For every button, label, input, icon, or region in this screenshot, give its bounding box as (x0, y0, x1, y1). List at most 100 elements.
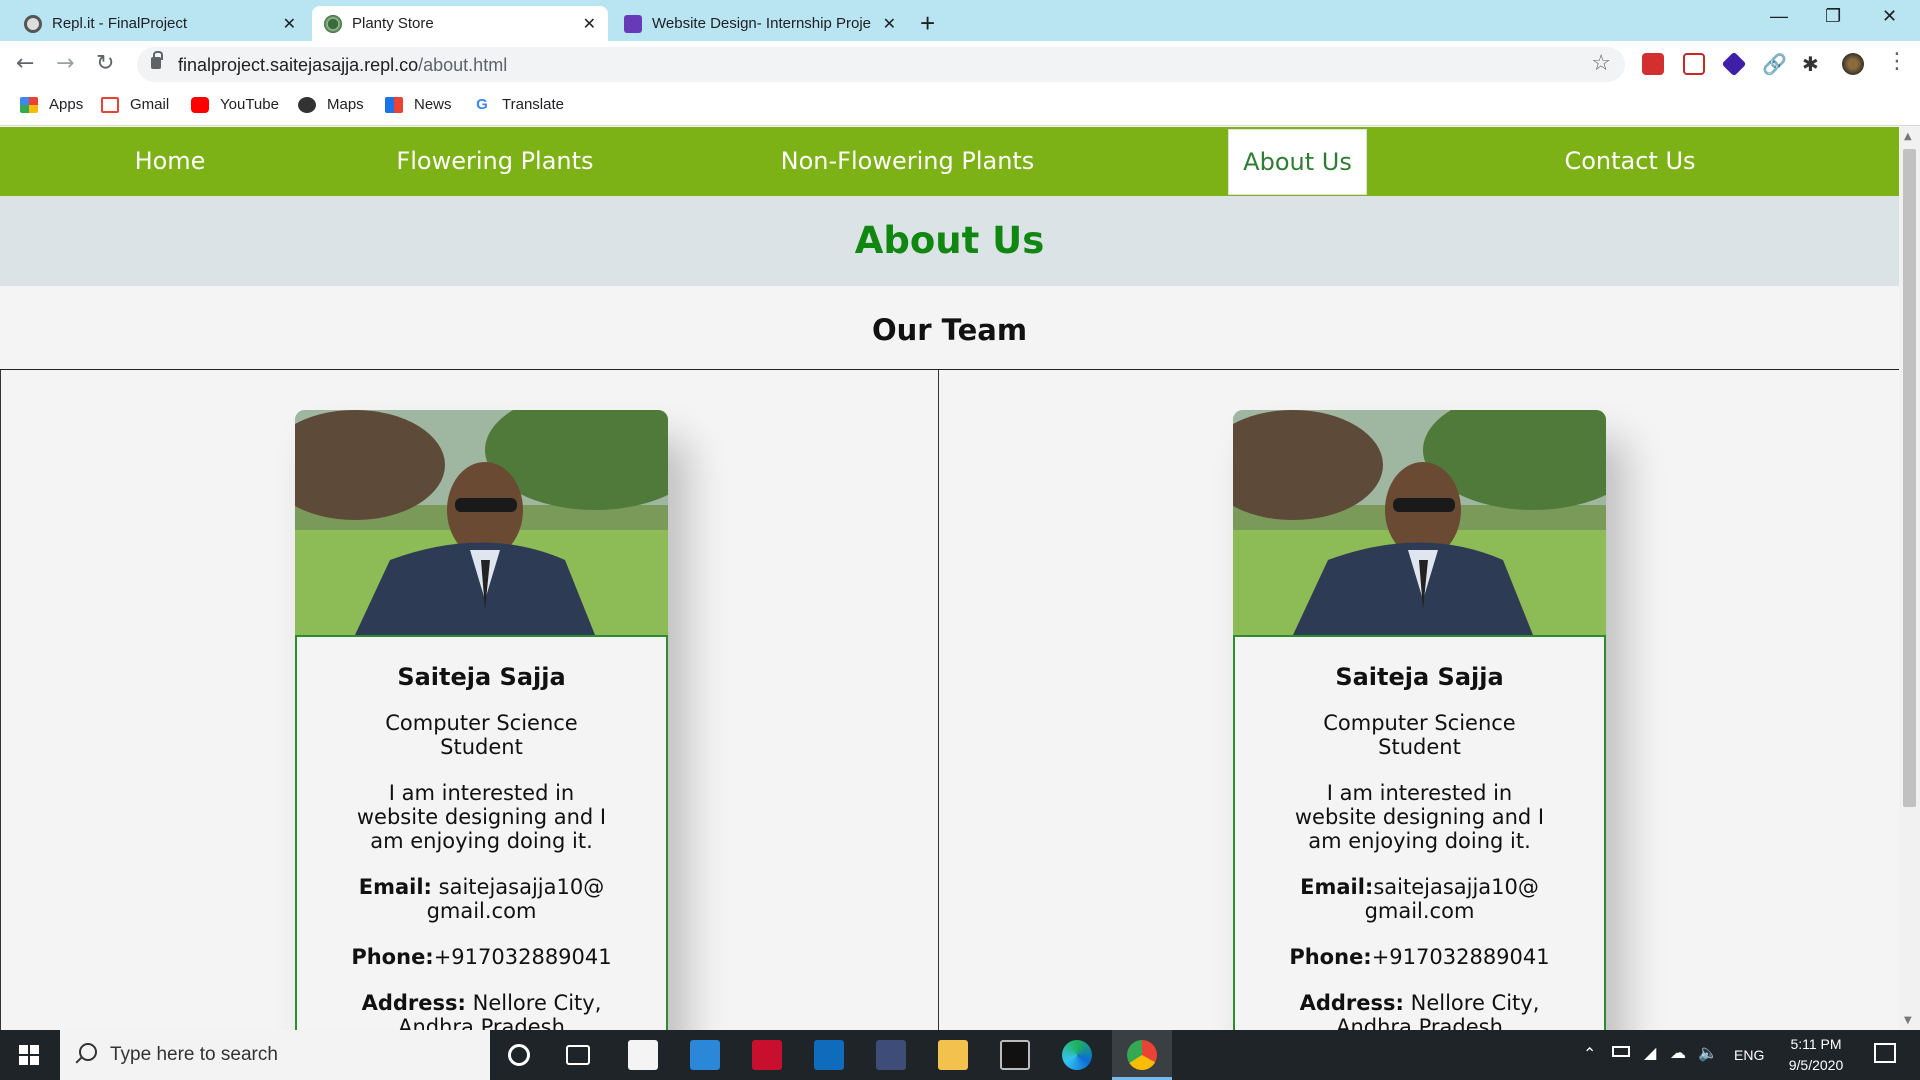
tab-title: Planty Store (352, 15, 434, 32)
member-name: Saiteja Sajja (397, 663, 566, 691)
onedrive-cloud-icon[interactable]: ☁ (1670, 1043, 1686, 1063)
member-bio: I am interested in website designing and… (1294, 781, 1545, 853)
member-address: Address: Nellore City, Andhra Pradesh (347, 991, 616, 1030)
extensions-puzzle-icon[interactable]: ✱ (1802, 53, 1824, 75)
close-window-icon[interactable]: ✕ (1882, 6, 1897, 27)
gmail-icon (101, 96, 119, 113)
notifications-icon[interactable] (1874, 1043, 1896, 1063)
extension-icon[interactable] (1721, 51, 1747, 77)
member-photo (1233, 410, 1606, 635)
mcafee-icon[interactable] (752, 1040, 782, 1070)
task-view-icon[interactable] (566, 1045, 590, 1065)
member-bio: I am interested in website designing and… (356, 781, 607, 853)
page-banner: About Us (0, 196, 1899, 286)
member-phone: Phone:+917032889041 (1285, 945, 1554, 969)
member-phone: Phone:+917032889041 (347, 945, 616, 969)
wifi-icon[interactable]: ◢ (1644, 1043, 1656, 1063)
scroll-up-icon[interactable]: ▲ (1904, 131, 1912, 142)
member-name: Saiteja Sajja (1335, 663, 1504, 691)
bookmark-label: YouTube (220, 96, 279, 113)
bookmark-news[interactable]: News (385, 96, 452, 113)
clock-time[interactable]: 5:11 PM (1786, 1036, 1846, 1052)
phone-label: Phone: (351, 945, 434, 969)
bookmark-youtube[interactable]: YouTube (191, 96, 279, 113)
team-member-card: Saiteja Sajja Computer Science Student I… (1233, 410, 1606, 1030)
edge-icon[interactable] (1062, 1040, 1092, 1070)
maps-globe-icon (298, 96, 316, 113)
close-tab-icon[interactable]: ✕ (883, 14, 896, 34)
nav-non-flowering-plants[interactable]: Non-Flowering Plants (770, 127, 1045, 196)
site-nav: Home Flowering Plants Non-Flowering Plan… (0, 127, 1899, 196)
chrome-taskbar-button[interactable] (1112, 1030, 1172, 1080)
address-bar[interactable]: finalproject.saitejasajja.repl.co/about.… (137, 47, 1625, 82)
close-tab-icon[interactable]: ✕ (583, 14, 596, 34)
profile-avatar[interactable] (1842, 53, 1864, 75)
tab-replit[interactable]: Repl.it - FinalProject ✕ (12, 6, 308, 41)
bookmark-star-icon[interactable]: ☆ (1591, 51, 1611, 76)
phone-value: +917032889041 (1371, 945, 1550, 969)
bookmark-gmail[interactable]: Gmail (101, 96, 169, 113)
back-icon[interactable]: ← (16, 51, 34, 76)
tab-planty-store[interactable]: Planty Store ✕ (312, 6, 608, 41)
scrollbar-thumb[interactable] (1903, 149, 1916, 807)
volume-icon[interactable]: 🔈 (1698, 1043, 1718, 1063)
member-role: Computer Science Student (1323, 711, 1516, 759)
mail-icon[interactable] (690, 1040, 720, 1070)
outlook-icon[interactable] (814, 1040, 844, 1070)
email-value: saitejasajja10@ gmail.com (1364, 875, 1539, 923)
file-explorer-icon[interactable] (938, 1040, 968, 1070)
taskbar-search-box[interactable]: Type here to search (60, 1030, 490, 1080)
close-tab-icon[interactable]: ✕ (283, 14, 296, 34)
new-tab-icon[interactable]: + (920, 8, 935, 39)
windows-start-icon[interactable] (19, 1045, 39, 1065)
section-title: Our Team (871, 313, 1028, 347)
email-value: saitejasajja10@ gmail.com (426, 875, 605, 923)
terminal-icon[interactable] (1000, 1040, 1030, 1070)
planty-favicon-icon (324, 14, 342, 33)
email-label: Email: (1300, 875, 1374, 899)
nav-home[interactable]: Home (100, 127, 240, 196)
member-info: Saiteja Sajja Computer Science Student I… (295, 635, 668, 1030)
language-indicator[interactable]: ENG (1734, 1047, 1764, 1063)
replit-favicon-icon (24, 14, 42, 33)
store-icon[interactable] (628, 1040, 658, 1070)
member-info: Saiteja Sajja Computer Science Student I… (1233, 635, 1606, 1030)
member-photo (295, 410, 668, 635)
cortana-icon[interactable] (508, 1044, 530, 1066)
browser-toolbar: ← → ↻ finalproject.saitejasajja.repl.co/… (0, 41, 1920, 88)
show-hidden-icons[interactable]: ⌃ (1583, 1044, 1596, 1064)
news-icon (385, 96, 403, 113)
restore-icon[interactable]: ❐ (1825, 6, 1841, 27)
nav-about-us[interactable]: About Us (1228, 129, 1367, 195)
lock-icon (151, 51, 163, 69)
tab-strip: Repl.it - FinalProject ✕ Planty Store ✕ … (0, 0, 1920, 41)
mcafee-extension-icon[interactable] (1642, 53, 1664, 75)
minimize-icon[interactable]: — (1770, 6, 1788, 27)
url-text: finalproject.saitejasajja.repl.co/about.… (178, 55, 508, 75)
bookmark-label: Apps (49, 96, 84, 113)
reload-icon[interactable]: ↻ (96, 51, 114, 76)
nav-flowering-plants[interactable]: Flowering Plants (390, 127, 600, 196)
member-email: Email: saitejasajja10@ gmail.com (347, 875, 616, 923)
bookmark-apps[interactable]: Apps (20, 96, 83, 113)
forms-favicon-icon (624, 14, 642, 33)
tab-website-design[interactable]: Website Design- Internship Proje ✕ (612, 6, 908, 41)
app-icon[interactable] (876, 1040, 906, 1070)
clock-date[interactable]: 9/5/2020 (1782, 1057, 1850, 1073)
page-scrollbar[interactable]: ▲ ▼ (1899, 127, 1920, 1030)
bookmark-label: Translate (502, 96, 564, 113)
menu-dots-icon[interactable]: ⋮ (1886, 49, 1908, 74)
forward-icon[interactable]: → (56, 51, 74, 76)
scroll-down-icon[interactable]: ▼ (1904, 1015, 1912, 1026)
nav-contact-us[interactable]: Contact Us (1540, 127, 1720, 196)
bookmark-translate[interactable]: G Translate (473, 96, 564, 113)
apps-grid-icon (20, 96, 38, 113)
extension-icon[interactable] (1683, 53, 1705, 75)
phone-value: +917032889041 (433, 945, 612, 969)
battery-icon[interactable] (1612, 1046, 1630, 1057)
link-extension-icon[interactable]: 🔗 (1762, 53, 1787, 75)
bookmark-maps[interactable]: Maps (298, 96, 364, 113)
chrome-icon (1127, 1040, 1157, 1070)
page-title: About Us (854, 219, 1045, 262)
team-column: Saiteja Sajja Computer Science Student I… (938, 370, 1899, 1030)
